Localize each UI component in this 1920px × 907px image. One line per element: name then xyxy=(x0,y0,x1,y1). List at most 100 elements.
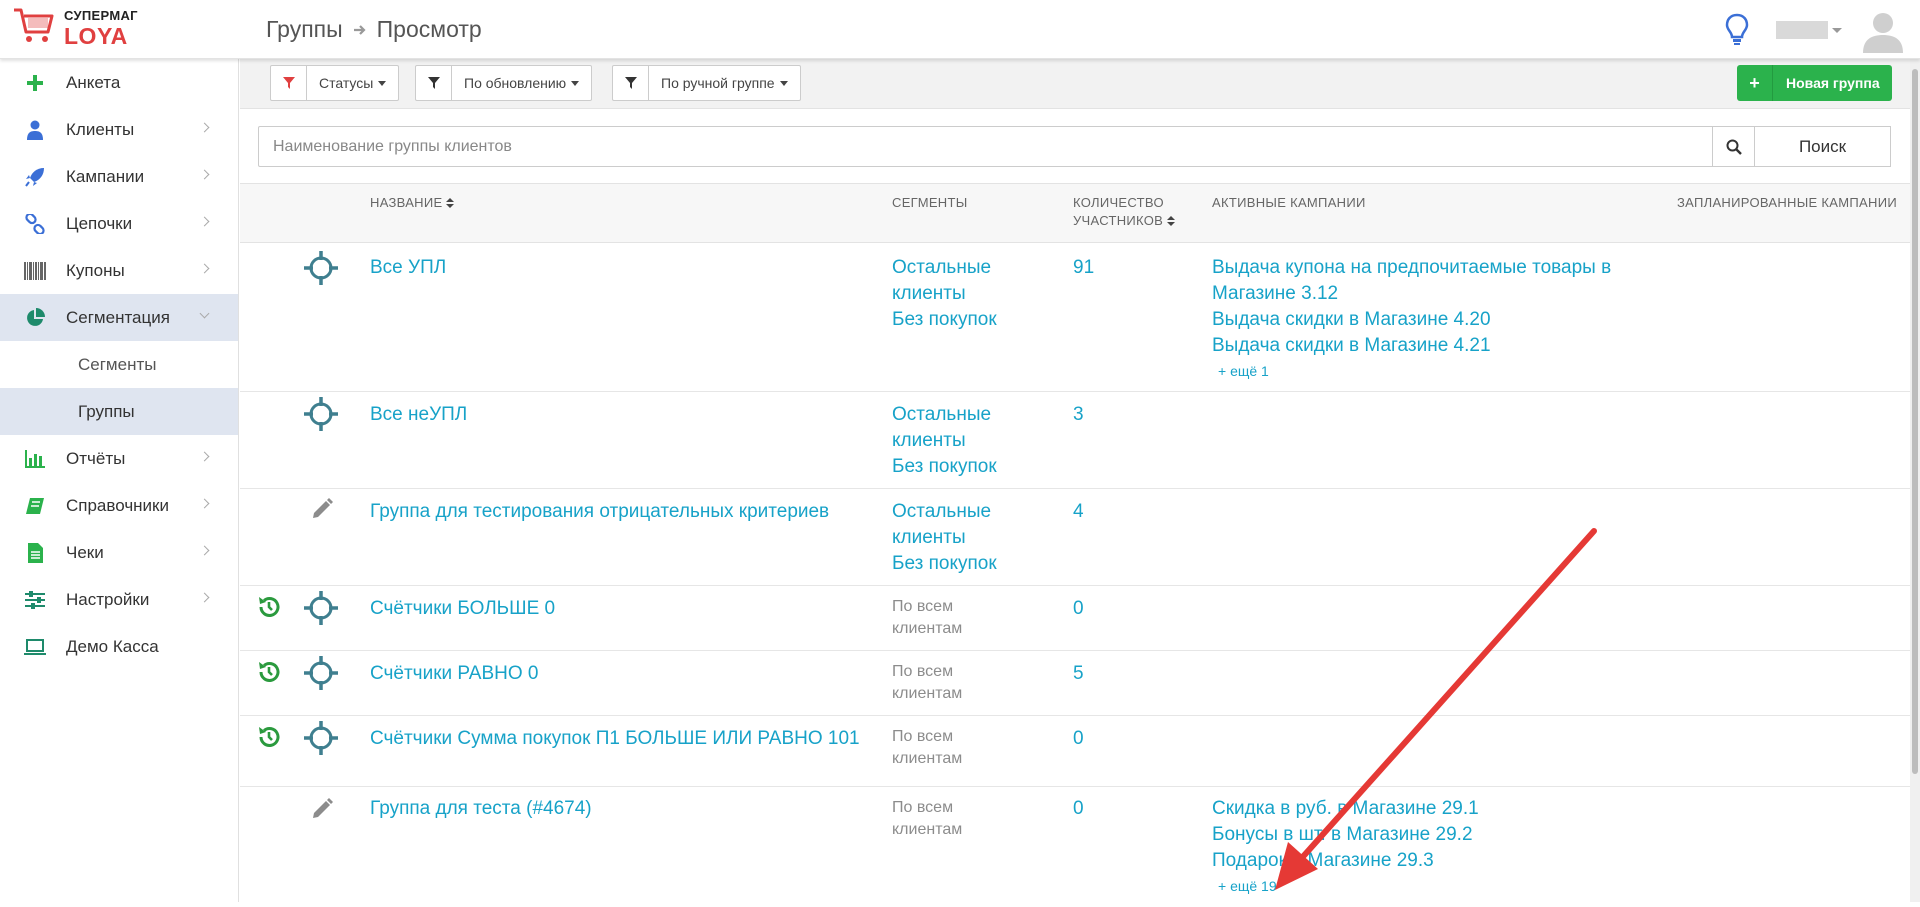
group-name-link[interactable]: Счётчики БОЛЬШЕ 0 xyxy=(370,596,890,622)
sidebar-item-receipts[interactable]: Чеки xyxy=(0,529,238,576)
filter-bar: Статусы По обновлению По ручной группе +… xyxy=(240,59,1910,109)
sidebar-item-segmentation[interactable]: Сегментация xyxy=(0,294,238,341)
breadcrumb-section[interactable]: Группы xyxy=(266,16,343,43)
sidebar-item-reports[interactable]: Отчёты xyxy=(0,435,238,482)
segment-link[interactable]: Без покупок xyxy=(892,307,1052,333)
campaign-link[interactable]: Выдача скидки в Магазине 4.20 xyxy=(1212,307,1662,333)
search-input[interactable] xyxy=(258,126,1713,167)
sidebar-item-campaigns[interactable]: Кампании xyxy=(0,153,238,200)
header-active-campaigns: АКТИВНЫЕ КАМПАНИИ xyxy=(1212,195,1366,210)
sidebar-item-label: Отчёты xyxy=(66,449,126,468)
lightbulb-icon[interactable] xyxy=(1724,13,1750,47)
sidebar-item-settings[interactable]: Настройки xyxy=(0,576,238,623)
sidebar-subitem-groups[interactable]: Группы xyxy=(0,388,238,435)
sidebar-item-label: Демо Касса xyxy=(66,637,159,656)
group-name-link[interactable]: Группа для тестирования отрицательных кр… xyxy=(370,499,890,525)
group-name-link[interactable]: Все УПЛ xyxy=(370,255,890,281)
update-filter-button[interactable]: По обновлению xyxy=(415,65,593,101)
crosshair-icon xyxy=(304,251,338,285)
segment-link[interactable]: Остальные клиенты xyxy=(892,255,1052,307)
crosshair-icon xyxy=(304,656,338,690)
chevron-right-icon xyxy=(199,498,210,509)
table-row: Все неУПЛ Остальные клиенты Без покупок … xyxy=(240,392,1910,489)
show-more-link[interactable]: + ещё 1 xyxy=(1218,359,1662,383)
chevron-right-icon xyxy=(199,263,210,274)
header-planned-campaigns: ЗАПЛАНИРОВАННЫЕ КАМПАНИИ xyxy=(1677,195,1897,210)
breadcrumb-page: Просмотр xyxy=(376,16,482,42)
active-campaigns-cell: Скидка в руб. в Магазине 29.1 Бонусы в ш… xyxy=(1212,796,1662,898)
status-filter-button[interactable]: Статусы xyxy=(270,65,400,101)
group-name-link[interactable]: Все неУПЛ xyxy=(370,402,890,428)
segments-cell: Остальные клиенты Без покупок xyxy=(892,255,1052,333)
sidebar-item-anketa[interactable]: Анкета xyxy=(0,59,238,106)
caret-down-icon xyxy=(378,80,387,86)
new-group-button[interactable]: + Новая группа xyxy=(1737,65,1892,101)
group-name-link[interactable]: Группа для теста (#4674) xyxy=(370,796,890,822)
show-more-link[interactable]: + ещё 19 xyxy=(1218,874,1662,898)
segments-text: По всем клиентам xyxy=(892,728,963,767)
member-count[interactable]: 3 xyxy=(1073,402,1084,428)
sidebar-item-coupons[interactable]: Купоны xyxy=(0,247,238,294)
sidebar-item-label: Чеки xyxy=(66,543,104,562)
campaign-link[interactable]: Выдача скидки в Магазине 4.21 xyxy=(1212,333,1662,359)
segments-text: По всем клиентам xyxy=(892,663,963,702)
segment-link[interactable]: Остальные клиенты xyxy=(892,402,1052,454)
member-count[interactable]: 4 xyxy=(1073,499,1084,525)
history-icon xyxy=(259,727,280,747)
sidebar-item-demo-cash[interactable]: Демо Касса xyxy=(0,623,238,670)
campaign-link[interactable]: Подарок в Магазине 29.3 xyxy=(1212,848,1662,874)
caret-down-icon xyxy=(571,80,580,86)
filter-icon xyxy=(613,66,649,100)
manual-group-filter-button[interactable]: По ручной группе xyxy=(612,65,801,101)
avatar[interactable] xyxy=(1860,7,1906,53)
header-count-line2: УЧАСТНИКОВ xyxy=(1073,213,1164,228)
sidebar-item-label: Кампании xyxy=(66,167,145,186)
arrow-right-icon xyxy=(353,16,367,43)
header-count[interactable]: КОЛИЧЕСТВО УЧАСТНИКОВ xyxy=(1073,194,1176,230)
segments-cell: Остальные клиенты Без покупок xyxy=(892,402,1052,480)
sidebar-item-label: Анкета xyxy=(66,73,121,92)
campaign-link[interactable]: Бонусы в шт. в Магазине 29.2 xyxy=(1212,822,1662,848)
group-name-link[interactable]: Счётчики Сумма покупок П1 БОЛЬШЕ ИЛИ РАВ… xyxy=(370,726,870,752)
table-header: НАЗВАНИЕ СЕГМЕНТЫ КОЛИЧЕСТВО УЧАСТНИКОВ А… xyxy=(240,183,1910,243)
user-name-redacted[interactable] xyxy=(1776,21,1828,39)
member-count[interactable]: 91 xyxy=(1073,255,1094,281)
rocket-icon xyxy=(24,167,46,187)
active-campaigns-cell: Выдача купона на предпочитаемые товары в… xyxy=(1212,255,1662,383)
sidebar-item-clients[interactable]: Клиенты xyxy=(0,106,238,153)
member-count[interactable]: 0 xyxy=(1073,726,1084,752)
history-icon xyxy=(259,597,280,617)
sidebar-item-chains[interactable]: Цепочки xyxy=(0,200,238,247)
scrollbar-thumb[interactable] xyxy=(1912,69,1918,774)
app-logo[interactable]: СУПЕРМАГ LOYA xyxy=(12,6,162,52)
chevron-down-icon[interactable] xyxy=(1832,27,1842,33)
sidebar-subitem-segments[interactable]: Сегменты xyxy=(0,341,238,388)
member-count[interactable]: 5 xyxy=(1073,661,1084,687)
segment-link[interactable]: Без покупок xyxy=(892,454,1052,480)
member-count[interactable]: 0 xyxy=(1073,596,1084,622)
bar-chart-icon xyxy=(24,449,46,469)
sidebar-item-references[interactable]: Справочники xyxy=(0,482,238,529)
search-icon[interactable] xyxy=(1713,126,1755,167)
header-name[interactable]: НАЗВАНИЕ xyxy=(370,194,455,212)
user-icon xyxy=(24,120,46,140)
segment-link[interactable]: Без покупок xyxy=(892,551,1052,577)
group-name-link[interactable]: Счётчики РАВНО 0 xyxy=(370,661,890,687)
chevron-right-icon xyxy=(199,169,210,180)
sidebar-item-label: Сегментация xyxy=(66,308,170,327)
main-content: Статусы По обновлению По ручной группе +… xyxy=(240,59,1910,902)
segment-link[interactable]: Остальные клиенты xyxy=(892,499,1052,551)
member-count[interactable]: 0 xyxy=(1073,796,1084,822)
logo-text-top: СУПЕРМАГ xyxy=(64,8,138,23)
scrollbar[interactable] xyxy=(1910,59,1920,902)
chevron-right-icon xyxy=(199,545,210,556)
breadcrumb: Группы Просмотр xyxy=(266,16,482,43)
campaign-link[interactable]: Скидка в руб. в Магазине 29.1 xyxy=(1212,796,1662,822)
search-button[interactable]: Поиск xyxy=(1755,126,1891,167)
table-row: Группа для теста (#4674) По всем клиента… xyxy=(240,787,1910,907)
campaign-link[interactable]: Выдача купона на предпочитаемые товары в… xyxy=(1212,255,1662,307)
history-icon xyxy=(259,662,280,682)
sidebar-item-label: Клиенты xyxy=(66,120,135,139)
sort-icon xyxy=(446,198,455,209)
plus-icon xyxy=(24,73,46,93)
